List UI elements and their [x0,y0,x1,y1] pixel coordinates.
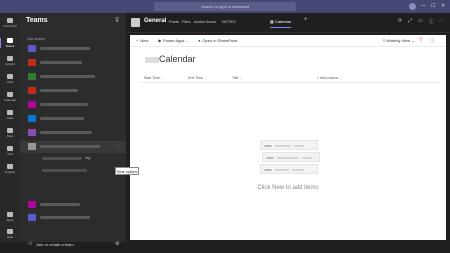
team-row-selected[interactable]: ··· [20,141,126,153]
insights-icon [7,164,13,169]
column-end-time[interactable]: End Time⌄ [188,76,206,80]
phone-icon [7,110,13,115]
new-chat-icon [7,18,13,23]
close-button[interactable]: ✕ [441,2,445,11]
rail-chat[interactable]: Chat [0,71,20,87]
refresh-icon[interactable]: ⟳ [398,18,402,24]
add-column-button[interactable]: + Add column⌄ [317,76,342,80]
team-avatar [28,201,36,208]
tab-action-items[interactable]: Action Items [194,19,216,24]
minimize-button[interactable]: — [421,2,426,11]
maximize-button[interactable]: ☐ [431,2,435,11]
rail-apps[interactable]: Apps [0,209,20,225]
more-options-icon[interactable]: ⋯ [439,18,444,24]
tab-posts[interactable]: Posts [169,19,179,24]
more-options-tooltip: More options [115,167,139,175]
team-row[interactable] [20,57,126,69]
channel-row[interactable]: ··· [20,165,126,177]
add-tab-button[interactable]: + [304,17,308,23]
rail-teams[interactable]: Teams [0,35,20,51]
team-row[interactable] [20,85,126,97]
team-row[interactable] [20,199,126,211]
open-sharepoint-button[interactable]: ● Open in SharePoint [198,38,237,43]
rail-calendar[interactable]: Calendar [0,89,20,105]
rail-insights[interactable]: Insights [0,161,20,177]
command-bar: + New ◆ Power Apps ⌄ ● Open in SharePoint ≡… [130,35,446,47]
team-row[interactable] [20,113,126,125]
tab-calendar[interactable]: ▦ Calendar [270,19,292,28]
team-avatar [131,18,140,27]
info-icon[interactable]: ⓘ [430,37,435,44]
chat-icon [7,74,13,79]
filter-icon[interactable]: ⊽ [115,17,119,24]
team-avatar [28,129,36,136]
team-row[interactable] [20,212,126,224]
team-avatar [28,73,36,80]
power-apps-icon: ◆ [158,38,162,43]
rail-activity[interactable]: Activity [0,53,20,69]
column-headers: Start Time⌄ End Time⌄ Title⌄ + Add colum… [140,75,440,83]
empty-list-illustration [260,140,322,176]
your-teams-label: Your teams [27,37,45,41]
column-start-time[interactable]: Start Time⌄ [144,76,163,80]
channel-row[interactable]: ing [20,153,126,165]
new-button[interactable]: + New [136,38,148,43]
team-row[interactable] [20,99,126,111]
chat-icon[interactable]: ▭ [418,18,423,24]
expand-icon[interactable]: ⤢ [408,18,412,24]
filter-icon[interactable]: ▽ [419,37,423,43]
file-icon [7,128,13,133]
list-title: Calendar [159,54,196,64]
team-avatar [28,115,36,122]
rail-calls[interactable]: Calls [0,107,20,123]
title-bar: Search or type a command — ☐ ✕ [0,0,450,13]
tab-notes[interactable]: NOTES [222,19,236,24]
team-avatar [28,87,36,94]
info-icon[interactable]: ⓘ [429,18,434,25]
teams-panel-title: Teams [26,17,48,24]
help-icon [7,229,13,234]
power-apps-button[interactable]: ◆ Power Apps ⌄ [158,38,189,43]
team-avatar [28,59,36,66]
team-avatar [28,45,36,52]
sharepoint-icon: ● [198,38,201,43]
bell-icon [7,56,13,61]
plus-icon: + [136,38,139,43]
rail-new-chat[interactable]: New Chat [0,15,20,31]
team-avatar [28,143,36,150]
team-row[interactable] [20,71,126,83]
team-avatar [28,214,36,221]
channel-header: General Posts Files Action Items NOTES ▦… [126,13,450,33]
empty-list-message: Click New to add items [257,185,319,191]
channel-content: General Posts Files Action Items NOTES ▦… [126,13,450,242]
teams-icon [7,38,13,43]
team-avatar [28,101,36,108]
viva-icon [7,146,13,151]
search-input[interactable]: Search or type a command [154,2,296,11]
teams-panel: Teams ⊽ Your teams ··· ing ··· [20,13,126,247]
team-row[interactable] [20,127,126,139]
team-row[interactable] [20,43,126,55]
more-options-icon[interactable]: ··· [115,143,120,149]
sharepoint-list: + New ◆ Power Apps ⌄ ● Open in SharePoint ≡… [130,35,446,240]
view-selector[interactable]: ≡ Monthly View ⌄ [383,38,415,43]
tab-files[interactable]: Files [182,19,190,24]
rail-viva[interactable]: Viva [0,143,20,159]
app-rail: New Chat Teams Activity Chat Calendar Ca… [0,13,20,242]
join-create-team[interactable]: ⚇ Join or create a team ⚙ [20,237,126,253]
avatar[interactable] [409,3,416,10]
channel-title: General [144,18,167,24]
channel-label: ing [85,155,91,160]
rail-help[interactable]: Help [0,226,20,242]
rail-files[interactable]: Files [0,125,20,141]
apps-icon [7,212,13,217]
calendar-icon [7,92,13,97]
list-title-prefix [145,57,159,63]
column-title[interactable]: Title⌄ [232,76,242,80]
